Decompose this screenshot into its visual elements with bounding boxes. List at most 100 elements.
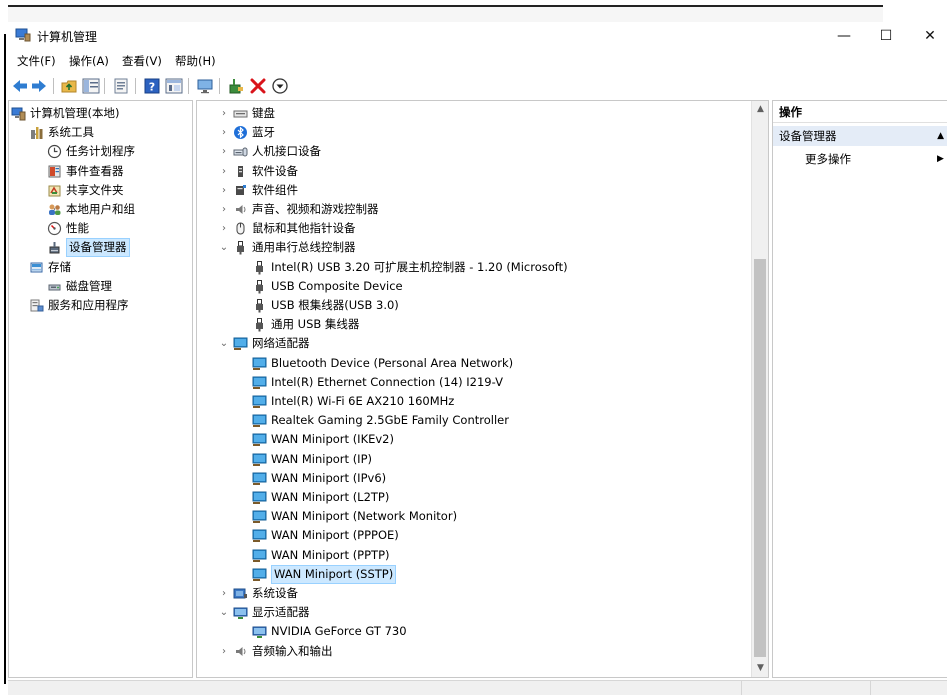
tree-item-label: WAN Miniport (IPv6) <box>271 470 387 485</box>
nav-tree-item[interactable]: ›任务计划程序 <box>9 142 192 161</box>
expand-chevron-right-icon[interactable]: › <box>219 219 229 238</box>
device-tree-item[interactable]: WAN Miniport (Network Monitor) <box>197 507 747 526</box>
device-tree-item[interactable]: WAN Miniport (PPTP) <box>197 546 747 565</box>
device-tree-item[interactable]: › 音频输入和输出 <box>197 642 747 661</box>
tree-item-label: 鼠标和其他指针设备 <box>252 221 356 236</box>
expand-chevron-right-icon[interactable]: › <box>219 123 229 142</box>
device-tree-item[interactable]: › 蓝牙 <box>197 123 747 142</box>
nav-tree-item[interactable]: ⌄ 系统工具 <box>9 123 192 142</box>
menu-view[interactable]: 查看(V) <box>122 53 162 69</box>
expand-chevron-right-icon[interactable]: › <box>219 200 229 219</box>
device-tree-item[interactable]: › 人机接口设备 <box>197 142 747 161</box>
nav-tree-item[interactable]: 设备管理器 <box>9 238 192 258</box>
expand-chevron-right-icon[interactable]: › <box>219 181 229 200</box>
device-tree-item[interactable]: Intel(R) Ethernet Connection (14) I219-V <box>197 373 747 392</box>
properties-icon[interactable] <box>112 77 130 95</box>
show-tree-icon[interactable] <box>82 77 100 95</box>
device-tree-item[interactable]: USB 根集线器(USB 3.0) <box>197 296 747 315</box>
device-tree-item[interactable]: ⌄ 通用串行总线控制器 <box>197 238 747 257</box>
device-tree-item[interactable]: WAN Miniport (IP) <box>197 450 747 469</box>
nav-tree-item[interactable]: ›共享文件夹 <box>9 181 192 200</box>
scroll-thumb[interactable] <box>754 259 766 657</box>
navigation-tree-pane[interactable]: 计算机管理(本地) ⌄系统工具›任务计划程序›事件查看器›共享文件夹›本地用户和组… <box>8 100 193 678</box>
keyboard-icon <box>233 110 248 118</box>
nav-tree-item[interactable]: ⌄存储 <box>9 258 192 277</box>
device-tree-item[interactable]: › 软件设备 <box>197 162 747 181</box>
device-manager-icon <box>49 242 60 254</box>
uninstall-red-x-icon[interactable] <box>249 77 267 95</box>
device-tree-item[interactable]: WAN Miniport (L2TP) <box>197 488 747 507</box>
device-tree-item[interactable]: › 系统设备 <box>197 584 747 603</box>
expand-chevron-right-icon[interactable]: › <box>219 584 229 603</box>
forward-arrow-icon[interactable] <box>30 77 48 95</box>
nav-tree-item[interactable]: 磁盘管理 <box>9 277 192 296</box>
tree-item-label: 网络适配器 <box>252 336 310 351</box>
collapse-up-icon[interactable]: ▲ <box>937 126 944 146</box>
top-strip <box>8 7 883 22</box>
menu-action[interactable]: 操作(A) <box>69 53 109 69</box>
nav-tree-item[interactable]: 计算机管理(本地) <box>9 104 192 123</box>
submenu-arrow-icon: ▶ <box>937 154 944 164</box>
menu-help[interactable]: 帮助(H) <box>175 53 216 69</box>
expand-chevron-right-icon[interactable]: › <box>219 104 229 123</box>
device-tree-item[interactable]: WAN Miniport (IKEv2) <box>197 430 747 449</box>
device-tree-item[interactable]: Realtek Gaming 2.5GbE Family Controller <box>197 411 747 430</box>
actions-section-label: 设备管理器 <box>779 129 837 143</box>
scroll-up-button[interactable]: ▲ <box>752 101 769 118</box>
device-tree-item[interactable]: Intel(R) Wi-Fi 6E AX210 160MHz <box>197 392 747 411</box>
expand-chevron-down-icon[interactable]: ⌄ <box>219 603 229 622</box>
maximize-button[interactable]: ☐ <box>876 26 896 46</box>
help-icon[interactable]: ? <box>143 77 161 95</box>
nav-tree-item[interactable]: ›事件查看器 <box>9 162 192 181</box>
tree-item-label: 共享文件夹 <box>66 182 124 197</box>
device-tree-item[interactable]: ⌄ 显示适配器 <box>197 603 747 622</box>
scroll-down-button[interactable]: ▼ <box>752 660 769 677</box>
monitor-icon[interactable] <box>196 77 214 95</box>
menu-file[interactable]: 文件(F) <box>17 53 56 69</box>
title-bar[interactable]: 计算机管理 — ☐ ✕ <box>8 24 947 50</box>
close-button[interactable]: ✕ <box>920 26 940 46</box>
minimize-button[interactable]: — <box>834 26 854 46</box>
tree-item-label: WAN Miniport (PPPOE) <box>271 528 399 543</box>
device-tree-item[interactable]: › 声音、视频和游戏控制器 <box>197 200 747 219</box>
device-tree-item[interactable]: Bluetooth Device (Personal Area Network) <box>197 354 747 373</box>
more-actions-item[interactable]: 更多操作 ▶ <box>805 149 945 169</box>
network-adapter-icon <box>252 568 267 581</box>
expand-chevron-down-icon[interactable]: ⌄ <box>219 334 229 353</box>
svg-text:?: ? <box>149 81 155 94</box>
expand-chevron-right-icon[interactable]: › <box>219 142 229 161</box>
network-adapter-icon <box>252 414 267 428</box>
speaker-icon <box>236 205 246 214</box>
device-tree-item[interactable]: USB Composite Device <box>197 277 747 296</box>
device-tree-pane[interactable]: ▲ ▼ › 键盘 › 蓝牙 › 人机接口设备 › 软件设备 › 软件组件 › 声音、视频和游戏控制器 ›… <box>196 100 769 678</box>
tree-item-label: 存储 <box>48 259 71 274</box>
actions-section-device-manager[interactable]: 设备管理器 ▲ <box>773 126 947 146</box>
view-pane-icon[interactable] <box>165 77 183 95</box>
tree-item-label: WAN Miniport (IKEv2) <box>271 432 394 447</box>
nav-tree-item[interactable]: › 本地用户和组 <box>9 200 192 219</box>
device-tree-item[interactable]: › 鼠标和其他指针设备 <box>197 219 747 238</box>
tree-item-label: 系统工具 <box>48 125 94 140</box>
device-tree-item[interactable]: NVIDIA GeForce GT 730 <box>197 622 747 641</box>
device-tree-item[interactable]: ⌄ 网络适配器 <box>197 334 747 353</box>
device-tree-item[interactable]: 通用 USB 集线器 <box>197 315 747 334</box>
vertical-scrollbar[interactable]: ▲ ▼ <box>751 101 768 677</box>
update-driver-icon[interactable] <box>227 77 245 95</box>
device-tree-item[interactable]: › 软件组件 <box>197 181 747 200</box>
tree-item-label: 通用 USB 集线器 <box>271 317 360 332</box>
status-divider <box>870 681 871 695</box>
device-tree-item[interactable]: WAN Miniport (PPPOE) <box>197 526 747 545</box>
nav-tree-item[interactable]: ›性能 <box>9 219 192 238</box>
toolbar-separator <box>219 78 220 94</box>
device-tree-item[interactable]: WAN Miniport (SSTP) <box>197 564 747 584</box>
download-circle-icon[interactable] <box>271 77 289 95</box>
nav-tree-item[interactable]: ›服务和应用程序 <box>9 296 192 315</box>
up-folder-icon[interactable] <box>60 77 78 95</box>
device-tree-item[interactable]: Intel(R) USB 3.20 可扩展主机控制器 - 1.20 (Micro… <box>197 258 747 277</box>
back-arrow-icon[interactable] <box>11 77 29 95</box>
device-tree-item[interactable]: WAN Miniport (IPv6) <box>197 469 747 488</box>
device-tree-item[interactable]: › 键盘 <box>197 104 747 123</box>
expand-chevron-down-icon[interactable]: ⌄ <box>219 238 229 257</box>
expand-chevron-right-icon[interactable]: › <box>219 162 229 181</box>
expand-chevron-right-icon[interactable]: › <box>219 642 229 661</box>
